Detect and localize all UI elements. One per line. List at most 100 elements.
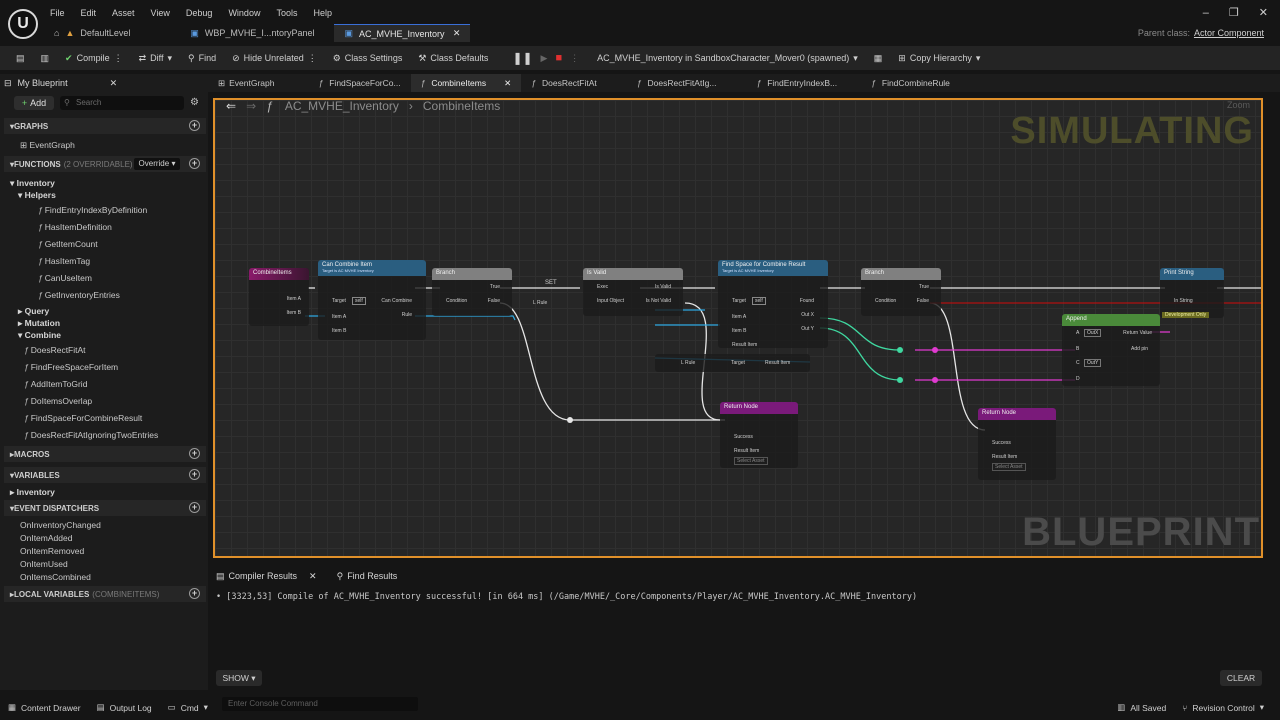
- node-target-getter[interactable]: L Rule Target Result Item: [655, 354, 810, 372]
- function-item[interactable]: ƒ HasItemTag: [38, 256, 90, 266]
- clear-button[interactable]: CLEAR: [1220, 670, 1262, 686]
- function-item[interactable]: ƒ DoesRectFitAt: [24, 345, 86, 355]
- revision-control-button[interactable]: ⑂ Revision Control ▾: [1174, 695, 1272, 720]
- graph-tab[interactable]: ƒ DoesRectFitAt: [521, 74, 607, 92]
- node-return-2[interactable]: Return Node Success Result Item Select A…: [978, 408, 1056, 480]
- category-combine[interactable]: ▾ Combine: [18, 330, 61, 341]
- graph-item-eventgraph[interactable]: ⊞ EventGraph: [20, 140, 75, 151]
- override-dropdown[interactable]: Override ▾: [134, 158, 180, 170]
- conversion-node[interactable]: [897, 377, 903, 383]
- doc-tab-defaultlevel[interactable]: ⌂ ▲ DefaultLevel: [44, 24, 140, 42]
- graph-tab[interactable]: ƒ FindSpaceForCo...: [309, 74, 411, 92]
- maximize-icon[interactable]: ❐: [1229, 6, 1239, 19]
- diff-button[interactable]: ⇄ Diff ▾: [131, 46, 180, 70]
- variables-section[interactable]: ▾ VARIABLES +: [4, 467, 206, 483]
- settings-gear-icon[interactable]: ⚙: [190, 97, 199, 108]
- category-inventory[interactable]: ▾ Inventory: [10, 178, 55, 189]
- doc-tab-widget[interactable]: ▣ WBP_MVHE_I...ntoryPanel: [180, 24, 324, 42]
- add-graph-icon[interactable]: +: [189, 120, 200, 131]
- add-pin-button[interactable]: Add pin: [1131, 346, 1148, 352]
- dispatcher-item[interactable]: OnItemRemoved: [20, 546, 84, 556]
- close-tab-icon[interactable]: ✕: [309, 571, 317, 582]
- node-can-combine[interactable]: Can Combine Item Target is AC MVHE Invent…: [318, 260, 426, 340]
- my-blueprint-tab[interactable]: ⊟ My Blueprint ✕: [4, 76, 117, 90]
- menu-window[interactable]: Window: [220, 0, 268, 24]
- graph-tab[interactable]: ƒ FindCombineRule: [861, 74, 960, 92]
- graph-tab[interactable]: ƒ DoesRectFitAtIg...: [627, 74, 727, 92]
- menu-asset[interactable]: Asset: [104, 0, 143, 24]
- graph-tab[interactable]: ƒ FindEntryIndexB...: [746, 74, 847, 92]
- graphs-section[interactable]: ▾ GRAPHS +: [4, 118, 206, 134]
- macros-section[interactable]: ▸ MACROS +: [4, 446, 206, 462]
- local-variables-section[interactable]: ▸ LOCAL VARIABLES (COMBINEITEMS) +: [4, 586, 206, 602]
- node-append[interactable]: Append A OutX B C OutY D Return Value Ad…: [1062, 314, 1160, 386]
- add-dispatcher-icon[interactable]: +: [189, 502, 200, 513]
- function-item[interactable]: ƒ GetItemCount: [38, 239, 98, 249]
- node-is-valid[interactable]: Is Valid Exec Input Object Is Valid Is N…: [583, 268, 683, 316]
- node-branch-1[interactable]: Branch Condition True False: [432, 268, 512, 316]
- node-print-string[interactable]: Print String In String Development Only: [1160, 268, 1224, 318]
- function-item[interactable]: ƒ DoItemsOverlap: [24, 396, 92, 406]
- function-item[interactable]: ƒ HasItemDefinition: [38, 222, 112, 232]
- class-defaults-button[interactable]: ⚒ Class Defaults: [410, 46, 496, 70]
- function-item[interactable]: ƒ FindSpaceForCombineResult: [24, 413, 142, 423]
- output-log-button[interactable]: ▤ Output Log: [89, 695, 160, 720]
- add-button[interactable]: + Add: [14, 96, 54, 110]
- hide-unrelated-button[interactable]: ⊘ Hide Unrelated ⋮: [224, 46, 325, 70]
- menu-view[interactable]: View: [143, 0, 178, 24]
- parent-class-link[interactable]: Actor Component: [1194, 28, 1264, 38]
- kebab-icon[interactable]: ⋮: [308, 53, 317, 64]
- add-macro-icon[interactable]: +: [189, 448, 200, 459]
- stop-icon[interactable]: ■: [555, 52, 562, 64]
- function-item[interactable]: ƒ AddItemToGrid: [24, 379, 87, 389]
- doc-tab-inventory[interactable]: ▣ AC_MVHE_Inventory ✕: [334, 24, 471, 42]
- node-branch-2[interactable]: Branch Condition True False: [861, 268, 941, 316]
- asset-picker[interactable]: Select Asset: [734, 457, 768, 465]
- conversion-node[interactable]: [932, 377, 938, 383]
- save-button[interactable]: ▤: [0, 46, 33, 70]
- menu-help[interactable]: Help: [305, 0, 340, 24]
- content-drawer-button[interactable]: ▦ Content Drawer: [0, 695, 89, 720]
- function-item[interactable]: ƒ GetInventoryEntries: [38, 290, 120, 300]
- compile-button[interactable]: ✔ Compile ⋮: [57, 46, 131, 70]
- dispatcher-item[interactable]: OnItemsCombined: [20, 572, 91, 582]
- menu-edit[interactable]: Edit: [73, 0, 105, 24]
- back-arrow-icon[interactable]: ⇐: [226, 99, 236, 113]
- reroute-node[interactable]: [567, 417, 573, 423]
- kebab-icon[interactable]: ⋮: [114, 53, 123, 64]
- menu-debug[interactable]: Debug: [178, 0, 221, 24]
- function-item[interactable]: ƒ DoesRectFitAtIgnoringTwoEntries: [24, 430, 158, 440]
- category-query[interactable]: ▸ Query: [18, 306, 49, 317]
- graph-tab-active[interactable]: ƒ CombineItems ✕: [410, 74, 522, 92]
- graph-tab[interactable]: ⊞ EventGraph: [208, 74, 285, 92]
- menu-tools[interactable]: Tools: [268, 0, 305, 24]
- close-icon[interactable]: ✕: [110, 78, 118, 89]
- class-settings-button[interactable]: ⚙ Class Settings: [325, 46, 411, 70]
- minimize-icon[interactable]: –: [1203, 7, 1209, 19]
- close-window-icon[interactable]: ✕: [1259, 6, 1268, 19]
- pause-icon[interactable]: ❚❚: [512, 51, 532, 65]
- category-mutation[interactable]: ▸ Mutation: [18, 318, 60, 329]
- copy-hierarchy-button[interactable]: ⊞ Copy Hierarchy ▾: [890, 46, 988, 70]
- add-function-icon[interactable]: +: [189, 158, 200, 169]
- node-find-space[interactable]: Find Space for Combine Result Target is A…: [718, 260, 828, 348]
- all-saved-indicator[interactable]: ▥ All Saved: [1109, 695, 1174, 720]
- conversion-node[interactable]: [932, 347, 938, 353]
- conversion-node[interactable]: [897, 347, 903, 353]
- debug-filter-button[interactable]: ▦: [866, 46, 891, 70]
- function-item[interactable]: ƒ FindEntryIndexByDefinition: [38, 205, 147, 215]
- blueprint-graph[interactable]: CombineItems Item A Item B Can Combine I…: [213, 98, 1263, 558]
- close-tab-icon[interactable]: ✕: [453, 28, 461, 39]
- pin-value[interactable]: OutX: [1084, 329, 1102, 337]
- step-icon[interactable]: ▶: [541, 53, 548, 64]
- variable-category-inventory[interactable]: ▸ Inventory: [10, 487, 55, 498]
- search-input[interactable]: ⚲ Search: [60, 96, 184, 110]
- console-input[interactable]: Enter Console Command: [222, 697, 418, 711]
- unreal-logo-icon[interactable]: U: [8, 9, 38, 39]
- show-button[interactable]: SHOW ▾: [216, 670, 262, 686]
- dispatcher-item[interactable]: OnItemUsed: [20, 559, 68, 569]
- breadcrumb-root[interactable]: AC_MVHE_Inventory: [285, 99, 399, 113]
- browse-button[interactable]: ▥: [33, 46, 58, 70]
- add-local-icon[interactable]: +: [189, 588, 200, 599]
- debug-object-select[interactable]: AC_MVHE_Inventory in SandboxCharacter_Mo…: [587, 46, 866, 70]
